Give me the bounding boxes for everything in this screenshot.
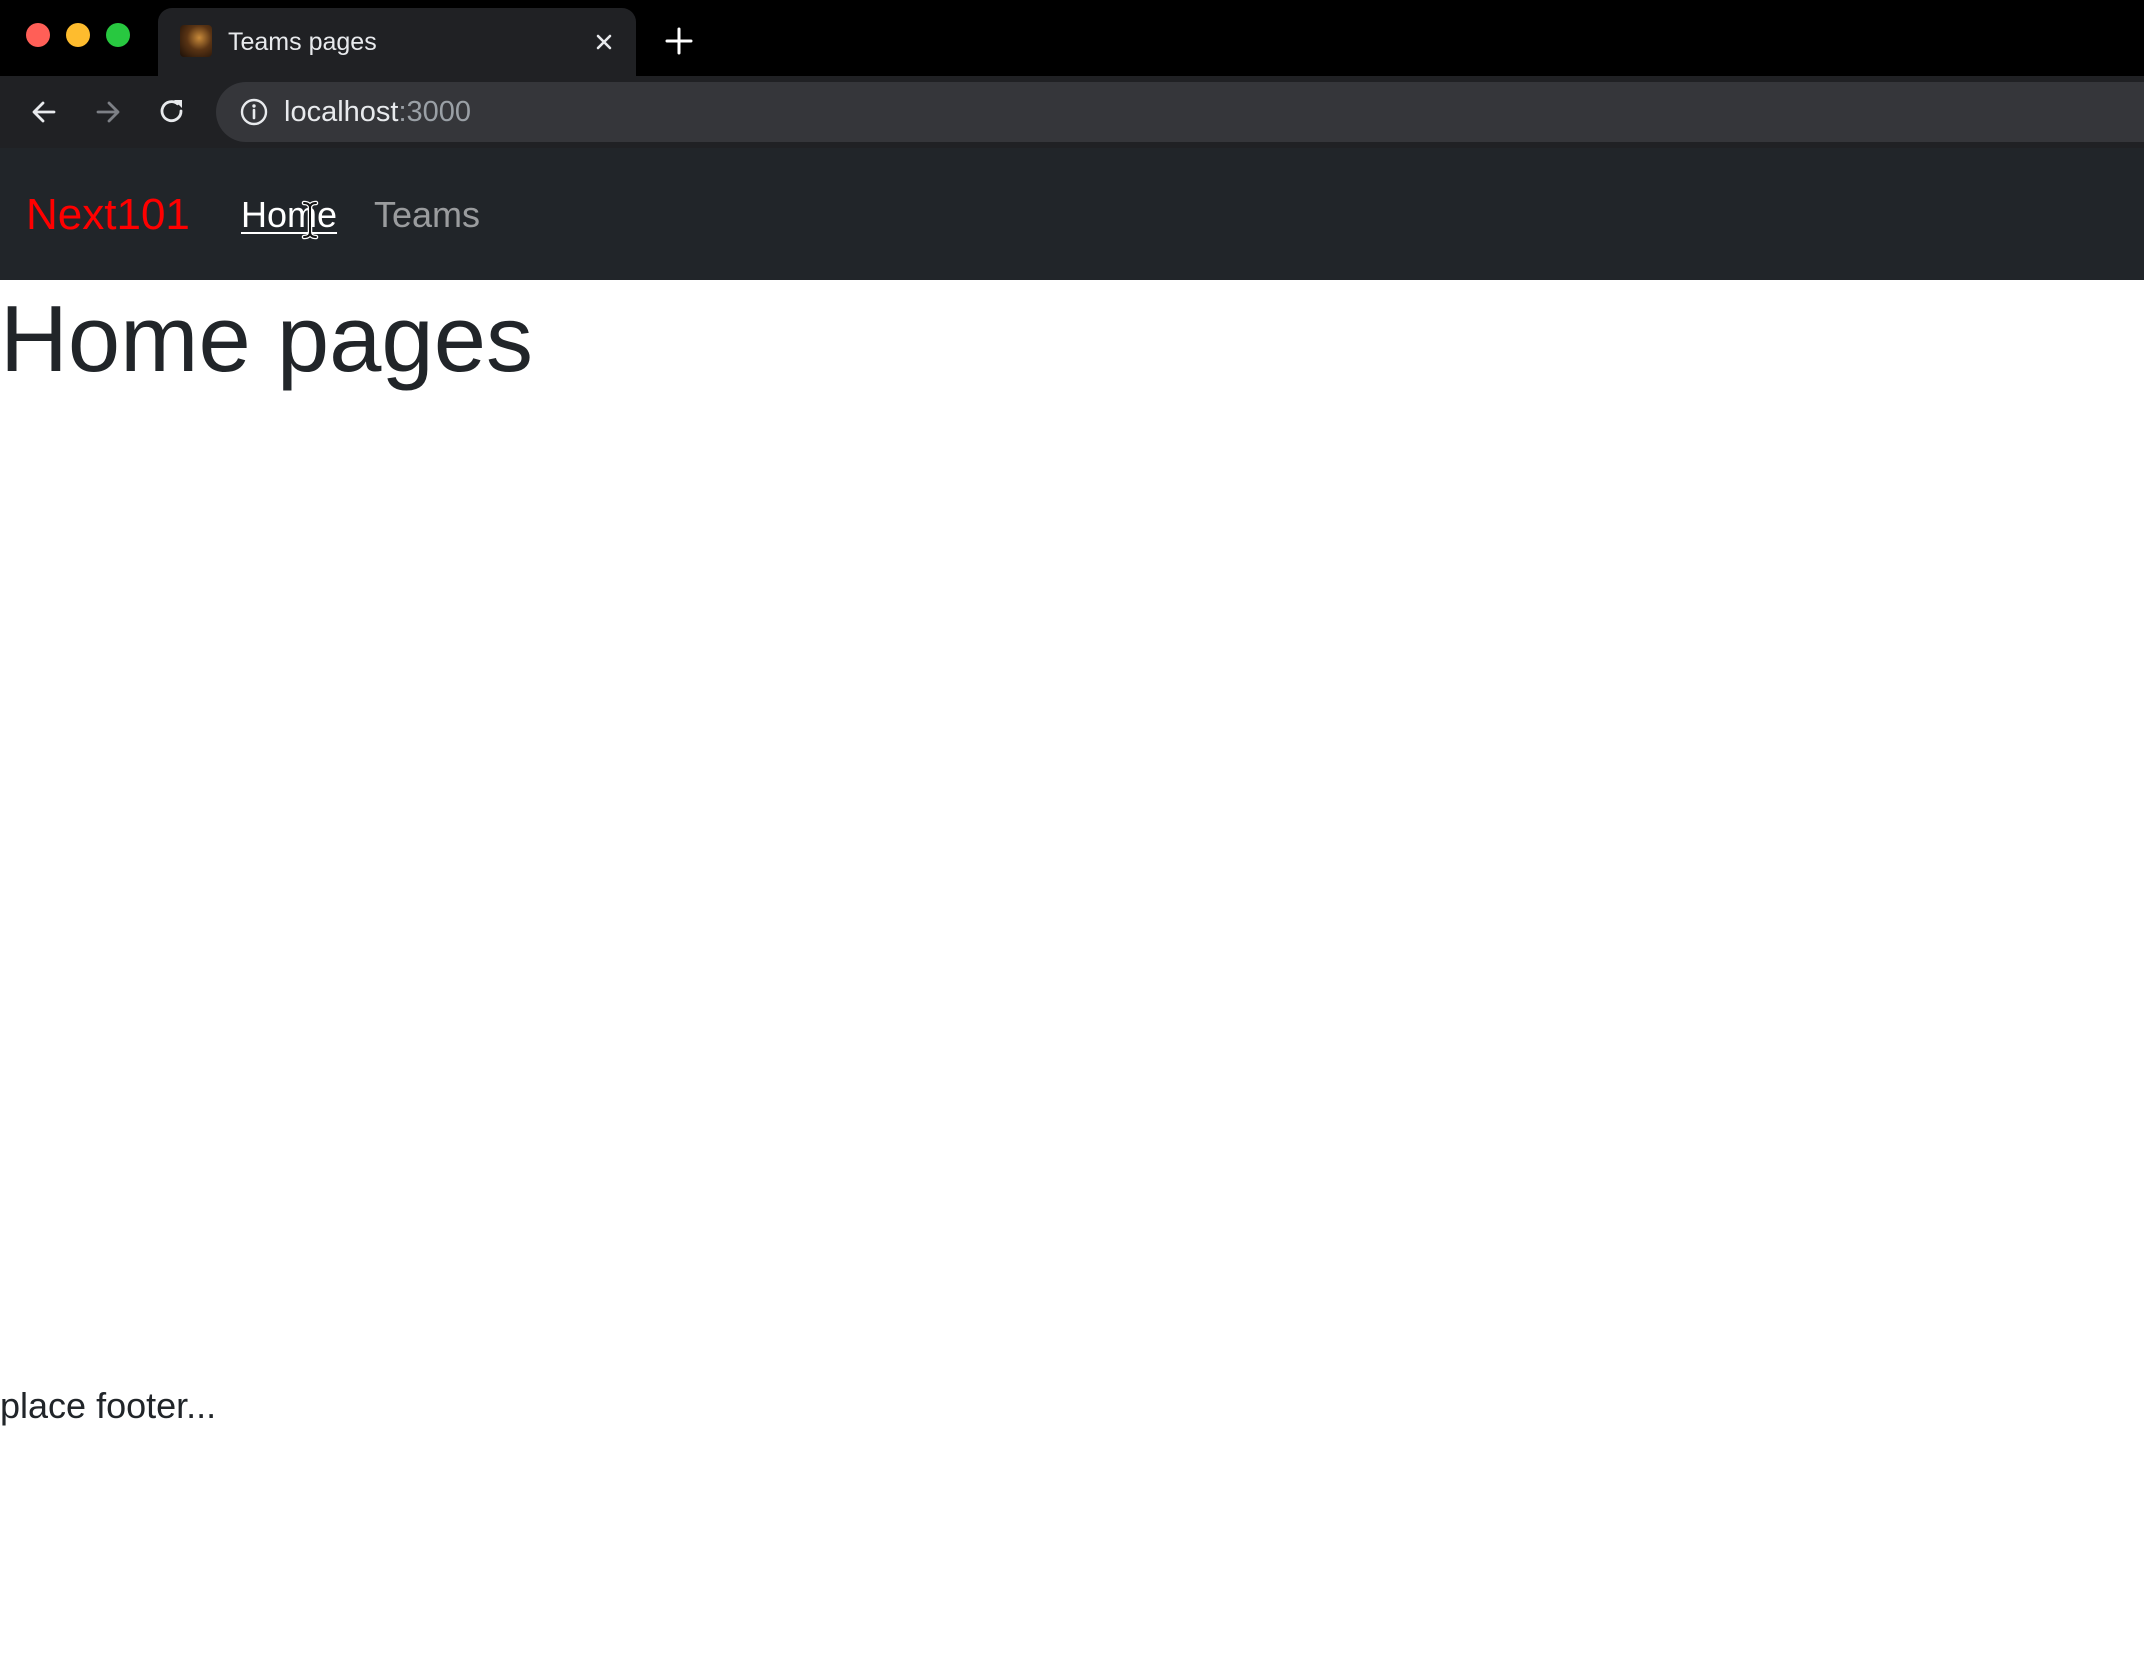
- url-text[interactable]: localhost:3000: [284, 96, 471, 128]
- close-icon[interactable]: [590, 28, 618, 56]
- page-viewport: Next101 Home Teams Home pages place foot…: [0, 148, 2144, 1656]
- forward-arrow-icon[interactable]: [90, 94, 126, 130]
- url-port: :3000: [398, 96, 472, 128]
- browser-tab[interactable]: Teams pages: [158, 8, 636, 76]
- site-navbar: Next101 Home Teams: [0, 148, 2144, 280]
- page-footer: place footer...: [0, 1385, 217, 1426]
- text-cursor-icon: [301, 200, 319, 240]
- window-minimize-button[interactable]: [66, 23, 90, 47]
- back-arrow-icon[interactable]: [26, 94, 62, 130]
- address-bar[interactable]: localhost:3000: [216, 82, 2144, 142]
- window-close-button[interactable]: [26, 23, 50, 47]
- site-favicon-icon: [180, 25, 212, 57]
- tab-title: Teams pages: [228, 28, 377, 56]
- browser-toolbar: localhost:3000: [0, 76, 2144, 148]
- browser-window: Teams pages localhost:3000 Next101 Home …: [0, 0, 2144, 1656]
- plus-icon[interactable]: [664, 26, 694, 56]
- nav-link-home[interactable]: Home: [241, 194, 337, 236]
- url-host: localhost: [284, 96, 399, 128]
- tab-strip: Teams pages: [0, 0, 2144, 76]
- nav-link-teams[interactable]: Teams: [374, 194, 480, 236]
- page-title: Home pages: [0, 286, 533, 391]
- info-icon[interactable]: [238, 96, 270, 128]
- reload-icon[interactable]: [154, 94, 190, 130]
- brand-logo[interactable]: Next101: [26, 190, 190, 240]
- window-maximize-button[interactable]: [106, 23, 130, 47]
